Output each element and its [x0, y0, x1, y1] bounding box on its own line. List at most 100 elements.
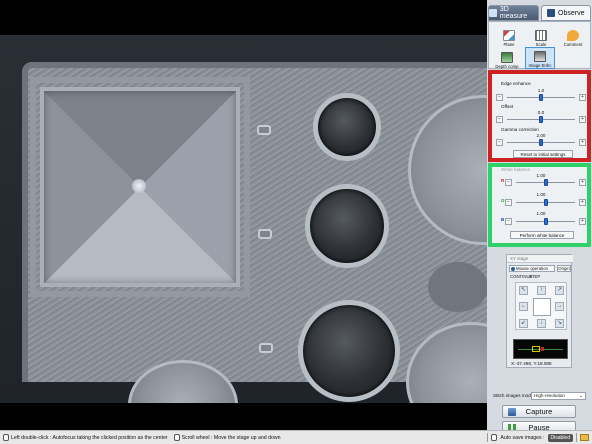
step-mode[interactable]: STEP [529, 274, 540, 279]
b-minus-button[interactable]: − [505, 218, 512, 225]
g-label: G [501, 198, 505, 203]
mouse-operation-label: Mouse operation [516, 266, 549, 271]
hint-scroll-text: Scroll wheel : Move the stage up and dow… [181, 434, 281, 441]
nub-feature [259, 343, 273, 353]
xy-stage-title: XY stage [507, 255, 573, 263]
stitch-mode-label: Stitch images mode : [493, 393, 536, 398]
slider-track [516, 218, 575, 225]
auto-save-status-badge[interactable]: Disabled [547, 433, 573, 442]
arrow-right-icon[interactable]: → [555, 302, 564, 311]
arrow-up-icon[interactable]: ↑ [537, 286, 546, 295]
capture-label: Capture [525, 407, 553, 416]
g-slider[interactable]: − + [505, 199, 586, 206]
boss-shadow [428, 262, 487, 312]
slider-thumb[interactable] [543, 179, 548, 186]
reset-button[interactable]: Reset to initial settings [513, 150, 573, 158]
slider-track [507, 139, 575, 146]
slider-thumb[interactable] [539, 116, 543, 123]
tab-observe[interactable]: Observe [540, 5, 591, 21]
slider-track [516, 179, 575, 186]
comment-label: Comment [563, 42, 583, 47]
tab-3d-measure-label: 3D measure [499, 6, 528, 20]
white-balance-panel: White balance 1.00 R − + 1.00 G − + 1.00… [488, 163, 591, 247]
r-slider[interactable]: − + [505, 179, 586, 186]
depth-comp-icon [501, 52, 513, 63]
mouse-icon [511, 266, 515, 271]
b-plus-button[interactable]: + [579, 218, 586, 225]
offset-plus-button[interactable]: + [579, 116, 586, 123]
image-enhc-icon [534, 51, 546, 62]
capture-button[interactable]: Capture [502, 405, 576, 418]
comment-tool-button[interactable]: Comment [561, 27, 585, 47]
tab-observe-label: Observe [558, 9, 585, 17]
edge-plus-button[interactable]: + [579, 94, 586, 101]
scale-icon [535, 30, 547, 41]
arrow-up-right-icon[interactable]: ↗ [555, 286, 564, 295]
g-minus-button[interactable]: − [505, 199, 512, 206]
capture-icon [508, 407, 516, 416]
stage-coordinates: X:-37.498, Y:18.088 [511, 361, 552, 366]
auto-save-label: Auto save images : [500, 434, 545, 441]
nub-feature [258, 229, 272, 239]
stage-center-button[interactable] [533, 298, 551, 316]
edge-enhance-label: Edge enhance [501, 81, 531, 86]
edge-enhance-slider[interactable]: − + [496, 94, 586, 101]
depth-comp-button[interactable]: Depth comp [493, 49, 521, 69]
folder-icon[interactable] [580, 434, 589, 441]
mouse-wheel-icon [173, 434, 180, 441]
arrow-down-icon[interactable]: ↓ [537, 319, 546, 328]
perform-white-balance-button[interactable]: Perform white balance [510, 231, 574, 239]
slider-thumb[interactable] [543, 218, 548, 225]
tab-3d-measure[interactable]: 3D measure [488, 5, 539, 21]
minimap-view-frame [532, 346, 540, 352]
gamma-value: 2.00 [536, 133, 546, 138]
stitch-mode-select[interactable]: High-resolution ⌄ [531, 392, 586, 400]
hole-small [313, 93, 381, 161]
xy-stage-panel: XY stage Mouse operation Origin CONTINUE… [506, 254, 573, 368]
arrow-left-icon[interactable]: ← [519, 302, 528, 311]
arrow-down-right-icon[interactable]: ↘ [555, 319, 564, 328]
stage-minimap[interactable] [513, 339, 568, 359]
offset-slider[interactable]: − + [496, 116, 586, 123]
comment-icon [567, 30, 579, 41]
r-plus-button[interactable]: + [579, 179, 586, 186]
offset-value: 0.0 [537, 110, 545, 115]
slider-thumb[interactable] [543, 199, 548, 206]
hole-large [298, 300, 400, 402]
r-minus-button[interactable]: − [505, 179, 512, 186]
slider-thumb[interactable] [539, 94, 543, 101]
depth-comp-label: Depth comp [495, 64, 519, 69]
live-camera-image[interactable] [0, 35, 487, 403]
plane-label: Plane [503, 42, 515, 47]
gamma-plus-button[interactable]: + [579, 139, 586, 146]
scale-tool-button[interactable]: Scale [529, 27, 553, 47]
mode-tabs: 3D measure Observe [487, 5, 592, 21]
mouse-icon [3, 434, 9, 441]
plane-tool-button[interactable]: Plane [497, 27, 521, 47]
arrow-up-left-icon[interactable]: ↖ [519, 286, 528, 295]
g-value: 1.00 [536, 192, 546, 197]
r-label: R [501, 178, 505, 183]
image-enhc-button[interactable]: Image Enhc [525, 47, 555, 69]
b-label: B [501, 217, 505, 222]
stitch-mode-value: High-resolution [534, 393, 565, 398]
white-balance-title: White balance [501, 167, 531, 172]
auto-save-area: Auto save images : Disabled [487, 433, 589, 442]
divider [487, 433, 489, 442]
g-plus-button[interactable]: + [579, 199, 586, 206]
origin-button[interactable]: Origin [557, 265, 571, 272]
pyramid-tip [132, 179, 146, 193]
offset-minus-button[interactable]: − [496, 116, 503, 123]
edge-enhance-value: 1.0 [537, 88, 545, 93]
slider-thumb[interactable] [539, 139, 543, 146]
gamma-slider[interactable]: − + [496, 139, 586, 146]
arrow-down-left-icon[interactable]: ↙ [519, 319, 528, 328]
edge-minus-button[interactable]: − [496, 94, 503, 101]
gamma-label: Gamma correction [501, 127, 539, 132]
mouse-operation-button[interactable]: Mouse operation [509, 265, 555, 272]
offset-label: Offset [501, 104, 514, 109]
gamma-minus-button[interactable]: − [496, 139, 503, 146]
slider-track [507, 94, 575, 101]
camera-viewer[interactable] [0, 0, 487, 430]
b-slider[interactable]: − + [505, 218, 586, 225]
